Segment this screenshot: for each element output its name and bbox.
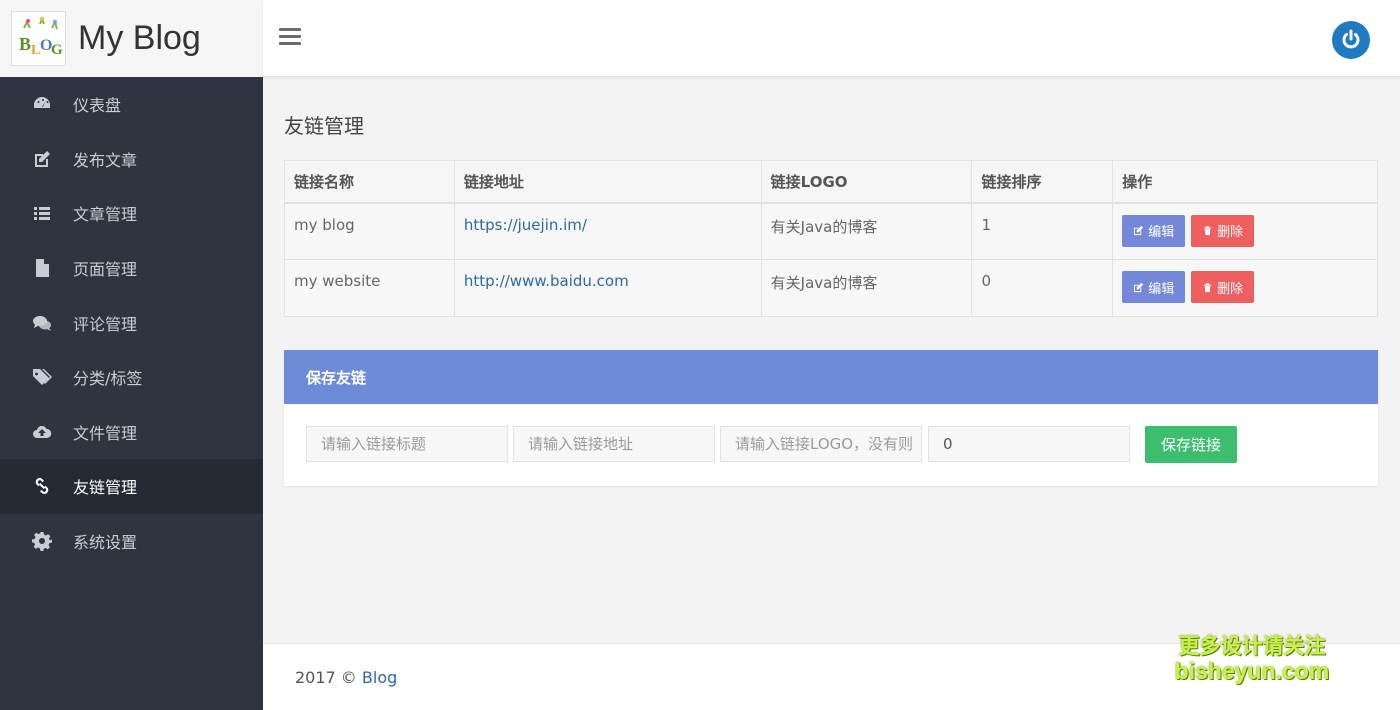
table-row: my blog https://juejin.im/ 有关Java的博客 1 编… [284, 202, 1378, 260]
sidebar-item-label: 发布文章 [73, 150, 138, 170]
sidebar-item-page-manage[interactable]: 页面管理 [0, 241, 263, 296]
link-url-input[interactable] [513, 426, 715, 462]
delete-button[interactable]: 删除 [1191, 214, 1255, 247]
save-link-button[interactable]: 保存链接 [1145, 426, 1237, 463]
sidebar-item-publish-article[interactable]: 发布文章 [0, 132, 263, 187]
delete-button-label: 删除 [1217, 225, 1244, 240]
dashboard-icon [31, 93, 53, 115]
panel-heading: 保存友链 [284, 350, 1378, 404]
trash-icon [1203, 226, 1212, 236]
sidebar-item-label: 页面管理 [73, 260, 138, 280]
link-sort-input[interactable] [928, 426, 1130, 462]
sidebar-item-link-manage[interactable]: 友链管理 [0, 459, 263, 514]
cell-link-sort: 0 [971, 259, 1114, 317]
sidebar-item-category-tags[interactable]: 分类/标签 [0, 350, 263, 405]
column-header-actions: 操作 [1112, 160, 1378, 204]
delete-button-label: 删除 [1217, 281, 1244, 297]
edit-button[interactable]: 编辑 [1122, 214, 1186, 247]
sidebar-item-file-manage[interactable]: 文件管理 [0, 405, 263, 460]
column-header-logo: 链接LOGO [760, 160, 973, 204]
sidebar: B L O G My Blog 仪表盘 发布文章 文章管理 页面管理 评论管理 … [0, 0, 263, 710]
brand[interactable]: B L O G My Blog [0, 0, 263, 77]
cell-link-url: https://juejin.im/ [453, 202, 762, 260]
sidebar-item-label: 系统设置 [73, 533, 138, 553]
power-logout-icon[interactable] [1332, 21, 1370, 59]
svg-text:G: G [51, 42, 63, 58]
sidebar-item-article-manage[interactable]: 文章管理 [0, 186, 263, 241]
table-row: my website http://www.baidu.com 有关Java的博… [284, 259, 1378, 317]
cell-link-sort: 1 [971, 202, 1114, 260]
page-title: 友链管理 [284, 114, 364, 138]
link-url[interactable]: http://www.baidu.com [464, 272, 629, 290]
panel-body: 保存链接 [284, 404, 1378, 486]
hamburger-menu-icon[interactable] [279, 28, 301, 48]
watermark-line2: bisheyun.com [1174, 658, 1330, 685]
link-title-input[interactable] [306, 426, 508, 462]
cell-actions: 编辑 删除 [1112, 259, 1378, 317]
edit-button-label: 编辑 [1148, 225, 1175, 240]
sidebar-item-system-settings[interactable]: 系统设置 [0, 514, 263, 569]
cell-link-logo: 有关Java的博客 [760, 259, 973, 317]
cell-link-name: my blog [284, 202, 455, 260]
footer-copyright: 2017 © [295, 668, 362, 687]
sidebar-item-label: 评论管理 [73, 314, 138, 334]
link-icon [31, 475, 53, 497]
topbar [263, 0, 1400, 77]
delete-button[interactable]: 删除 [1191, 271, 1255, 303]
cell-link-name: my website [284, 259, 455, 317]
file-icon [31, 257, 53, 279]
table-header-row: 链接名称 链接地址 链接LOGO 链接排序 操作 [284, 160, 1378, 204]
tags-icon [31, 366, 53, 388]
link-url[interactable]: https://juejin.im/ [464, 216, 587, 234]
sidebar-nav: 仪表盘 发布文章 文章管理 页面管理 评论管理 分类/标签 文件管理 友链管理 … [0, 77, 263, 568]
brand-title: My Blog [78, 19, 201, 57]
sidebar-item-comment-manage[interactable]: 评论管理 [0, 295, 263, 350]
watermark: 更多设计请关注 bisheyun.com [1172, 634, 1332, 685]
column-header-sort: 链接排序 [971, 160, 1114, 204]
edit-button-label: 编辑 [1148, 281, 1175, 297]
blog-logo-icon: B L O G [11, 11, 66, 66]
save-link-panel: 保存友链 保存链接 [284, 350, 1378, 486]
watermark-line1: 更多设计请关注 [1178, 634, 1326, 658]
edit-icon [1134, 225, 1144, 236]
sidebar-item-label: 友链管理 [73, 478, 138, 498]
edit-icon [31, 148, 53, 170]
sidebar-item-label: 仪表盘 [73, 96, 122, 116]
list-icon [31, 202, 53, 224]
svg-text:L: L [31, 43, 40, 58]
cloud-upload-icon [31, 421, 53, 443]
svg-text:B: B [19, 34, 31, 54]
sidebar-item-label: 文章管理 [73, 205, 138, 225]
gear-icon [31, 530, 53, 552]
link-logo-input[interactable] [720, 426, 922, 462]
cell-link-url: http://www.baidu.com [453, 259, 762, 317]
edit-icon [1134, 282, 1144, 292]
sidebar-item-label: 文件管理 [73, 423, 138, 443]
sidebar-item-dashboard[interactable]: 仪表盘 [0, 77, 263, 132]
sidebar-item-label: 分类/标签 [73, 369, 143, 389]
main-content: 友链管理 链接名称 链接地址 链接LOGO 链接排序 操作 my blog ht… [263, 77, 1400, 643]
edit-button[interactable]: 编辑 [1122, 271, 1186, 303]
column-header-name: 链接名称 [284, 160, 455, 204]
column-header-url: 链接地址 [453, 160, 762, 204]
cell-link-logo: 有关Java的博客 [760, 202, 973, 260]
comments-icon [31, 312, 53, 334]
footer-blog-link[interactable]: Blog [362, 668, 397, 687]
links-table: 链接名称 链接地址 链接LOGO 链接排序 操作 my blog https:/… [284, 160, 1378, 317]
trash-icon [1203, 282, 1212, 292]
cell-actions: 编辑 删除 [1112, 202, 1378, 260]
